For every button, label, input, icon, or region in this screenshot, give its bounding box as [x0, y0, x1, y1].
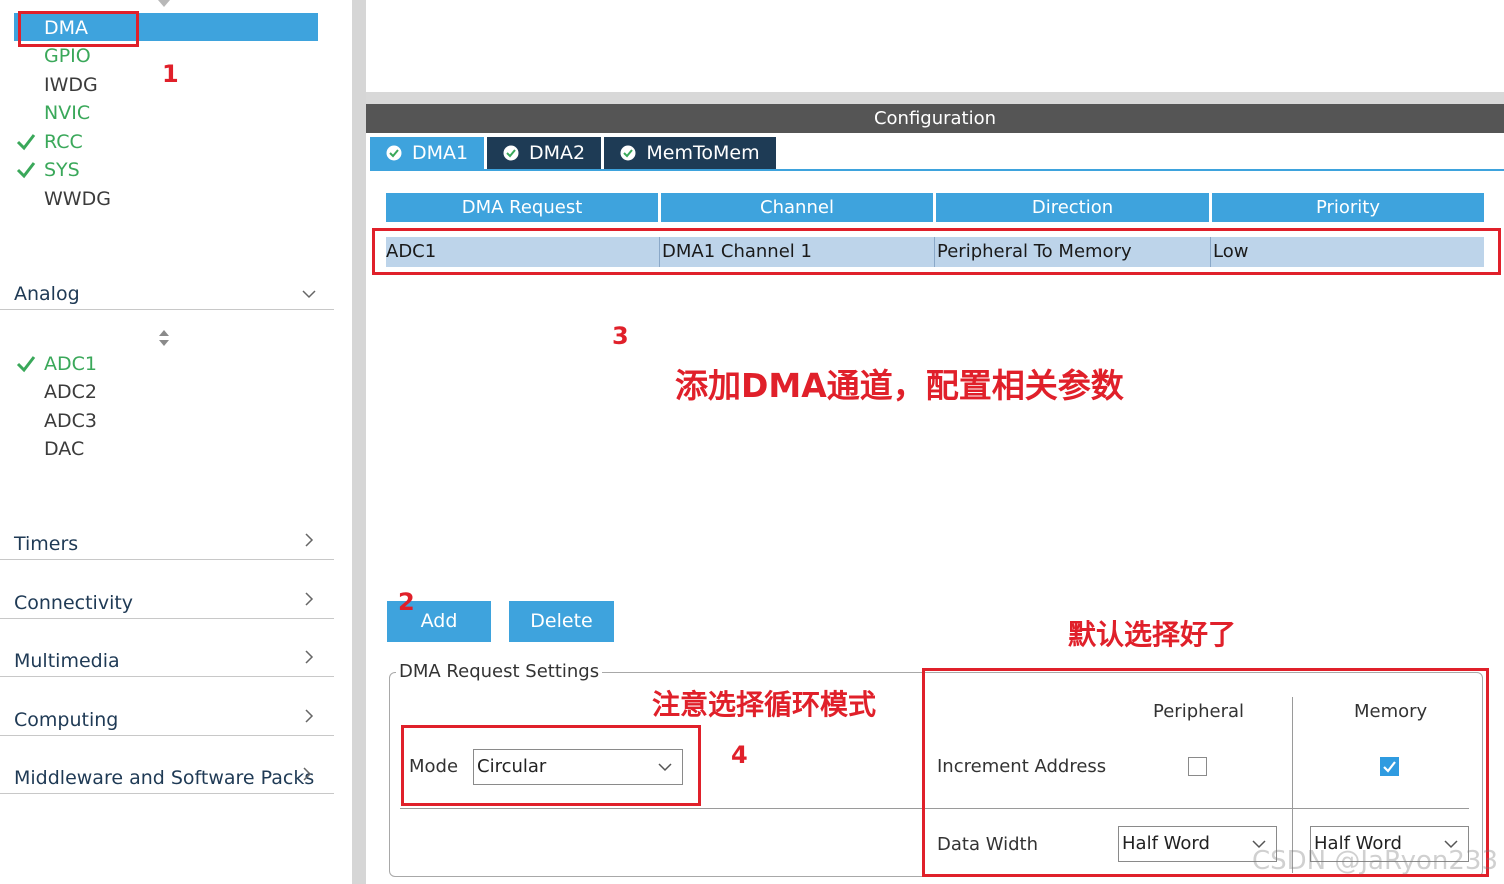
- section-label: Timers: [14, 533, 79, 555]
- sidebar-item-adc3[interactable]: ADC3: [44, 409, 97, 433]
- chevron-right-icon: [305, 650, 314, 664]
- column-header-channel[interactable]: Channel: [661, 193, 933, 222]
- mode-panel: [366, 0, 1504, 92]
- section-timers[interactable]: Timers: [0, 529, 334, 560]
- settings-legend: DMA Request Settings: [396, 661, 603, 682]
- annotation-text: 添加DMA通道，配置相关参数: [675, 366, 1124, 405]
- panel-splitter[interactable]: [352, 0, 366, 884]
- section-middleware[interactable]: Middleware and Software Packs: [0, 763, 334, 794]
- chevron-right-icon: [305, 709, 314, 723]
- section-computing[interactable]: Computing: [0, 705, 334, 736]
- column-header-priority[interactable]: Priority: [1212, 193, 1484, 222]
- check-circle-icon: [503, 145, 519, 161]
- annotation-text: 注意选择循环模式: [652, 688, 877, 721]
- section-label: Connectivity: [14, 592, 134, 614]
- section-connectivity[interactable]: Connectivity: [0, 588, 334, 619]
- chevron-right-icon: [303, 767, 312, 781]
- section-label: Middleware and Software Packs: [14, 767, 315, 789]
- check-icon: [16, 134, 36, 151]
- annotation-box-mode: [401, 725, 701, 806]
- column-header-dma-request[interactable]: DMA Request: [386, 193, 658, 222]
- tab-label: DMA1: [411, 142, 469, 164]
- chevron-right-icon: [305, 592, 314, 606]
- sidebar-item-adc1[interactable]: ADC1: [44, 352, 97, 376]
- check-icon: [16, 162, 36, 179]
- section-analog[interactable]: Analog: [0, 279, 334, 310]
- panel-separator: [366, 92, 1504, 104]
- section-label: Multimedia: [14, 650, 120, 672]
- annotation-box-dma: [18, 11, 139, 47]
- section-label: Computing: [14, 709, 119, 731]
- scroll-up-icon[interactable]: [158, 0, 170, 7]
- watermark: CSDN @JaRyon233: [1251, 846, 1498, 876]
- sidebar: DMA GPIO IWDG NVIC RCC SYS WWDG Analog A…: [0, 0, 352, 884]
- chevron-right-icon: [305, 533, 314, 547]
- sidebar-item-sys[interactable]: SYS: [44, 158, 80, 182]
- check-circle-icon: [620, 145, 636, 161]
- tab-dma2[interactable]: DMA2: [487, 137, 601, 169]
- annotation-number: 2: [398, 588, 415, 616]
- sidebar-item-wwdg[interactable]: WWDG: [44, 187, 111, 211]
- check-circle-icon: [386, 145, 402, 161]
- sidebar-item-nvic[interactable]: NVIC: [44, 101, 90, 125]
- section-multimedia[interactable]: Multimedia: [0, 646, 334, 677]
- chevron-down-icon: [302, 290, 316, 299]
- tab-label: MemToMem: [646, 142, 760, 164]
- delete-button[interactable]: Delete: [509, 601, 614, 642]
- annotation-number: 4: [731, 741, 748, 769]
- annotation-box-table-row: [372, 228, 1501, 275]
- check-icon: [16, 356, 36, 373]
- annotation-text: 默认选择好了: [1068, 618, 1237, 651]
- sidebar-item-rcc[interactable]: RCC: [44, 130, 83, 154]
- sidebar-item-gpio[interactable]: GPIO: [44, 44, 91, 68]
- tab-memtomem[interactable]: MemToMem: [604, 137, 776, 169]
- sidebar-item-iwdg[interactable]: IWDG: [44, 73, 98, 97]
- annotation-number: 3: [612, 322, 629, 350]
- tab-underline: [370, 169, 1504, 171]
- tab-dma1[interactable]: DMA1: [370, 137, 484, 169]
- sidebar-item-dac[interactable]: DAC: [44, 437, 84, 461]
- section-label: Analog: [14, 283, 80, 305]
- tab-label: DMA2: [528, 142, 586, 164]
- annotation-number: 1: [162, 60, 179, 88]
- configuration-header: Configuration: [366, 104, 1504, 133]
- sidebar-item-adc2[interactable]: ADC2: [44, 380, 97, 404]
- sort-arrows-icon[interactable]: [158, 328, 170, 348]
- column-header-direction[interactable]: Direction: [936, 193, 1209, 222]
